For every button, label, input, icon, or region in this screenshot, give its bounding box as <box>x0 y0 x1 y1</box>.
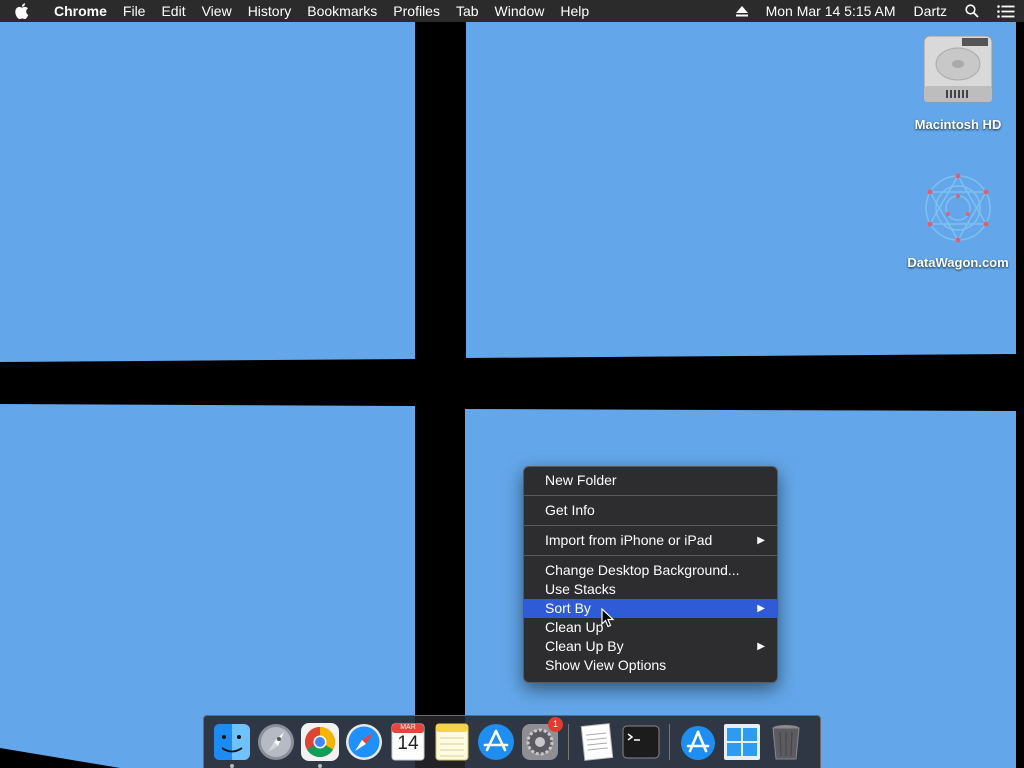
notes-icon <box>435 723 469 761</box>
menu-item-label: Clean Up By <box>545 638 624 654</box>
eject-icon[interactable] <box>727 0 757 22</box>
menu-item-import-from-iphone[interactable]: Import from iPhone or iPad ▶ <box>524 531 777 550</box>
notification-center-icon[interactable] <box>988 0 1024 22</box>
calendar-month: MAR <box>400 724 416 731</box>
spotlight-search-icon[interactable] <box>956 0 988 22</box>
menu-clock[interactable]: Mon Mar 14 5:15 AM <box>757 0 905 22</box>
trash-icon <box>772 725 800 760</box>
menu-item-show-view-options[interactable]: Show View Options <box>524 656 777 675</box>
apple-menu[interactable] <box>0 0 44 22</box>
dock-textedit[interactable] <box>577 722 617 762</box>
menu-view[interactable]: View <box>194 0 240 22</box>
textedit-icon <box>580 723 614 761</box>
menu-separator <box>524 555 777 556</box>
menu-edit[interactable]: Edit <box>153 0 193 22</box>
menu-bookmarks[interactable]: Bookmarks <box>299 0 385 22</box>
menu-item-clean-up[interactable]: Clean Up <box>524 618 777 637</box>
dock-safari[interactable] <box>344 722 384 762</box>
menu-item-label: Get Info <box>545 502 595 518</box>
calendar-day: 14 <box>397 733 419 754</box>
menu-bar-status-area: Mon Mar 14 5:15 AM Dartz <box>727 0 1024 22</box>
desktop-icon-label: Macintosh HD <box>914 117 1002 132</box>
dock-chrome[interactable] <box>300 722 340 768</box>
desktop-icon-macintosh-hd[interactable]: Macintosh HD <box>898 30 1018 132</box>
dock-separator <box>669 724 670 760</box>
app-store-download-icon <box>681 726 715 760</box>
dock-app-store-download[interactable] <box>678 722 718 762</box>
menu-separator <box>524 525 777 526</box>
menu-item-change-desktop-background[interactable]: Change Desktop Background... <box>524 561 777 580</box>
menu-item-label: Import from iPhone or iPad <box>545 532 713 548</box>
dock-notes[interactable] <box>432 722 472 762</box>
menu-bar: Chrome File Edit View History Bookmarks … <box>0 0 1024 22</box>
submenu-arrow-icon: ▶ <box>757 535 765 546</box>
menu-separator <box>524 495 777 496</box>
mouse-pointer-icon <box>601 608 615 628</box>
menu-window[interactable]: Window <box>487 0 553 22</box>
apple-icon <box>15 3 29 19</box>
dock-calendar[interactable]: MAR 14 <box>388 722 428 762</box>
dock-app-store[interactable] <box>476 722 516 762</box>
network-volume-icon <box>925 173 991 243</box>
menu-item-clean-up-by[interactable]: Clean Up By ▶ <box>524 637 777 656</box>
menu-item-new-folder[interactable]: New Folder <box>524 471 777 490</box>
windows-icon <box>724 724 760 760</box>
menu-help[interactable]: Help <box>552 0 597 22</box>
desktop-icon-datawagon[interactable]: DataWagon.com <box>898 168 1018 270</box>
finder-icon <box>214 724 250 760</box>
submenu-arrow-icon: ▶ <box>757 603 765 614</box>
dock-terminal[interactable] <box>621 722 661 762</box>
menu-item-get-info[interactable]: Get Info <box>524 501 777 520</box>
menu-file[interactable]: File <box>115 0 154 22</box>
submenu-arrow-icon: ▶ <box>757 641 765 652</box>
menu-app-name[interactable]: Chrome <box>44 0 115 22</box>
desktop-wallpaper[interactable] <box>0 0 1024 768</box>
dock: MAR 14 1 <box>203 715 821 768</box>
menu-item-label: Clean Up <box>545 619 604 635</box>
dock-finder[interactable] <box>212 722 252 768</box>
menu-tab[interactable]: Tab <box>448 0 487 22</box>
menu-profiles[interactable]: Profiles <box>385 0 448 22</box>
desktop-context-menu: New Folder Get Info Import from iPhone o… <box>523 466 778 683</box>
chrome-icon <box>301 723 339 761</box>
menu-item-sort-by[interactable]: Sort By ▶ <box>524 599 777 618</box>
menu-item-label: Use Stacks <box>545 581 616 597</box>
desktop-icon-label: DataWagon.com <box>907 255 1009 270</box>
launchpad-icon <box>258 724 294 760</box>
terminal-icon <box>622 725 660 759</box>
safari-icon <box>346 724 382 760</box>
dock-windows[interactable] <box>722 722 762 762</box>
menu-user-name[interactable]: Dartz <box>905 0 956 22</box>
menu-item-label: Show View Options <box>545 657 667 673</box>
app-store-icon <box>478 724 514 760</box>
dock-separator <box>568 724 569 760</box>
running-indicator <box>318 764 322 768</box>
hard-drive-icon <box>923 35 993 103</box>
dock-trash[interactable] <box>766 722 806 762</box>
dock-system-preferences[interactable]: 1 <box>520 717 563 762</box>
menu-item-label: Change Desktop Background... <box>545 562 740 578</box>
running-indicator <box>230 764 234 768</box>
notification-badge: 1 <box>548 717 563 732</box>
menu-item-use-stacks[interactable]: Use Stacks <box>524 580 777 599</box>
menu-item-label: New Folder <box>545 472 617 488</box>
dock-launchpad[interactable] <box>256 722 296 762</box>
menu-item-label: Sort By <box>545 600 591 616</box>
menu-history[interactable]: History <box>240 0 300 22</box>
